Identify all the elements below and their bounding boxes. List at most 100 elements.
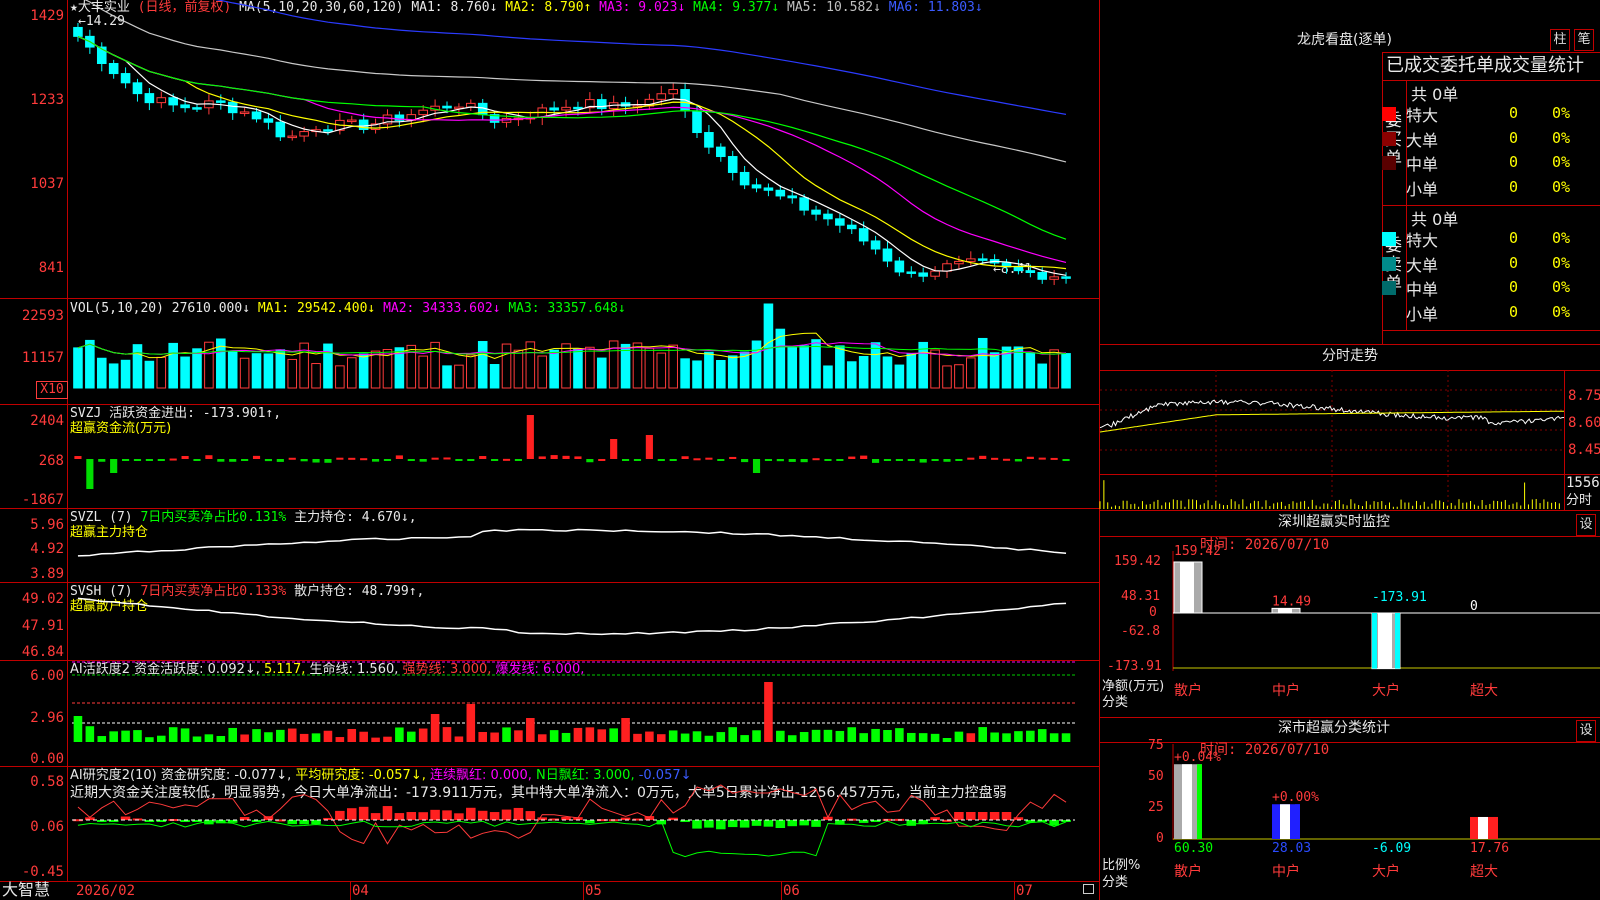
intraday-panel[interactable]: 分时走势 8.75 8.60 8.45 1556 分时	[1099, 345, 1600, 510]
volume-bar	[823, 365, 833, 389]
fund-flow-bar	[98, 459, 106, 462]
volume-bar	[751, 340, 762, 389]
volume-bar	[85, 339, 95, 389]
x-tick-mark	[1014, 882, 1015, 900]
fund-flow-bar	[681, 456, 689, 459]
fund-flow-bar	[574, 456, 582, 459]
candle	[966, 258, 976, 262]
divider	[1564, 370, 1565, 510]
activity-bar	[442, 727, 452, 742]
bar-mode-button[interactable]: 柱	[1550, 29, 1570, 51]
fund-flow-bar	[693, 458, 701, 461]
research-bar	[525, 811, 536, 820]
fund-flow-bar	[657, 459, 665, 461]
fund-flow-bar	[800, 459, 808, 463]
research-bar	[477, 810, 488, 820]
net-amount-value: 159.42	[1174, 544, 1221, 559]
activity-bar	[240, 734, 249, 742]
lock-icon[interactable]	[1083, 884, 1094, 894]
ma5-line	[84, 0, 1067, 163]
volume-bar	[501, 343, 512, 389]
candle	[727, 156, 738, 173]
research-bar	[466, 807, 476, 820]
legend-swatch	[1382, 107, 1396, 121]
fund-flow-bar	[1062, 459, 1070, 462]
research-bar	[739, 820, 750, 828]
candle	[918, 272, 928, 277]
activity-bar	[264, 732, 273, 742]
fund-flow-bar	[241, 459, 249, 461]
fund-flow-bar	[514, 459, 522, 461]
candlestick-chart	[73, 0, 1071, 286]
order-count: 0	[1508, 104, 1518, 122]
volume-bar	[870, 342, 881, 389]
x-tick-mark	[350, 882, 351, 900]
ratio-value: 28.03	[1272, 841, 1311, 856]
candle	[1037, 272, 1048, 280]
volume-bar	[96, 357, 107, 389]
fund-flow-bar	[74, 456, 82, 459]
fund-flow-bar	[443, 457, 451, 460]
activity-bar	[192, 736, 202, 742]
candle	[549, 107, 559, 111]
activity-bar	[216, 735, 226, 742]
fund-flow-bar	[395, 455, 403, 459]
fund-flow-bar	[872, 459, 880, 463]
volume-bar	[358, 353, 369, 389]
category-label: 大户	[1372, 863, 1400, 880]
volume-bar	[1013, 346, 1024, 389]
candle	[1013, 266, 1024, 272]
volume-bar	[692, 360, 702, 389]
fund-flow-bar	[407, 459, 415, 461]
candle	[180, 104, 190, 109]
volume-bars	[73, 303, 1071, 389]
research-bar	[799, 820, 809, 826]
volume-bar	[704, 351, 714, 389]
candle	[739, 171, 750, 186]
net-amount-bar-edge	[1395, 613, 1400, 669]
activity-bar	[287, 728, 297, 742]
volume-bar	[323, 343, 333, 389]
class-ratio-chart: +0.04% 60.30 散户 +0.00% 28.03 中户 -6.09 大户 17.76 超大	[1172, 744, 1600, 880]
fund-flow-bar	[181, 455, 189, 459]
fund-flow-bar	[145, 459, 153, 461]
fund-flow-bar	[622, 459, 630, 461]
fund-flow-bar	[193, 459, 201, 461]
vol-ma1	[77, 332, 1067, 359]
activity-bar	[109, 731, 118, 742]
activity-bar	[823, 729, 833, 742]
research-bar	[716, 820, 726, 830]
legend-swatch	[1382, 281, 1396, 295]
sz-class-panel: 深市超赢分类统计 设 时间: 2026/07/10 75 50 25 0 比例% 分类…	[1100, 718, 1600, 900]
fund-flow-bar	[122, 459, 130, 461]
kline-chart-area[interactable]: ★大丰实业 (日线，前复权) MA(5,10,20,30,60,120) MA1…	[0, 0, 1100, 900]
candle	[846, 224, 857, 230]
fund-flow-bar	[383, 459, 392, 461]
fund-flow-bar	[264, 459, 272, 462]
fund-flow-bar	[1026, 456, 1034, 459]
volume-bar	[835, 345, 845, 389]
ratio-bar-shine	[1280, 804, 1290, 839]
activity-bar	[228, 727, 237, 742]
candle	[656, 93, 667, 100]
volume-bar	[644, 347, 655, 389]
activity-bar	[847, 727, 857, 742]
candle	[442, 105, 452, 109]
fund-flow-bar	[86, 459, 94, 489]
volume-bar	[537, 355, 548, 389]
ratio-value: -6.09	[1372, 841, 1411, 856]
order-size-label: 中单	[1406, 280, 1439, 299]
x-tick: 07	[1016, 883, 1033, 899]
fund-flow-bar	[919, 459, 927, 463]
candle	[954, 260, 964, 265]
research-bar	[977, 812, 988, 820]
volume-bar	[930, 349, 940, 389]
activity-bar	[787, 735, 797, 742]
net-amount-bar-shine	[1180, 562, 1194, 613]
fund-flow-bar	[776, 459, 784, 462]
activity-bar	[299, 733, 309, 742]
pen-mode-button[interactable]: 笔	[1574, 29, 1594, 51]
fund-flow-bar	[824, 459, 832, 461]
volume-bar	[549, 349, 559, 389]
order-percent: 0%	[1551, 128, 1570, 147]
